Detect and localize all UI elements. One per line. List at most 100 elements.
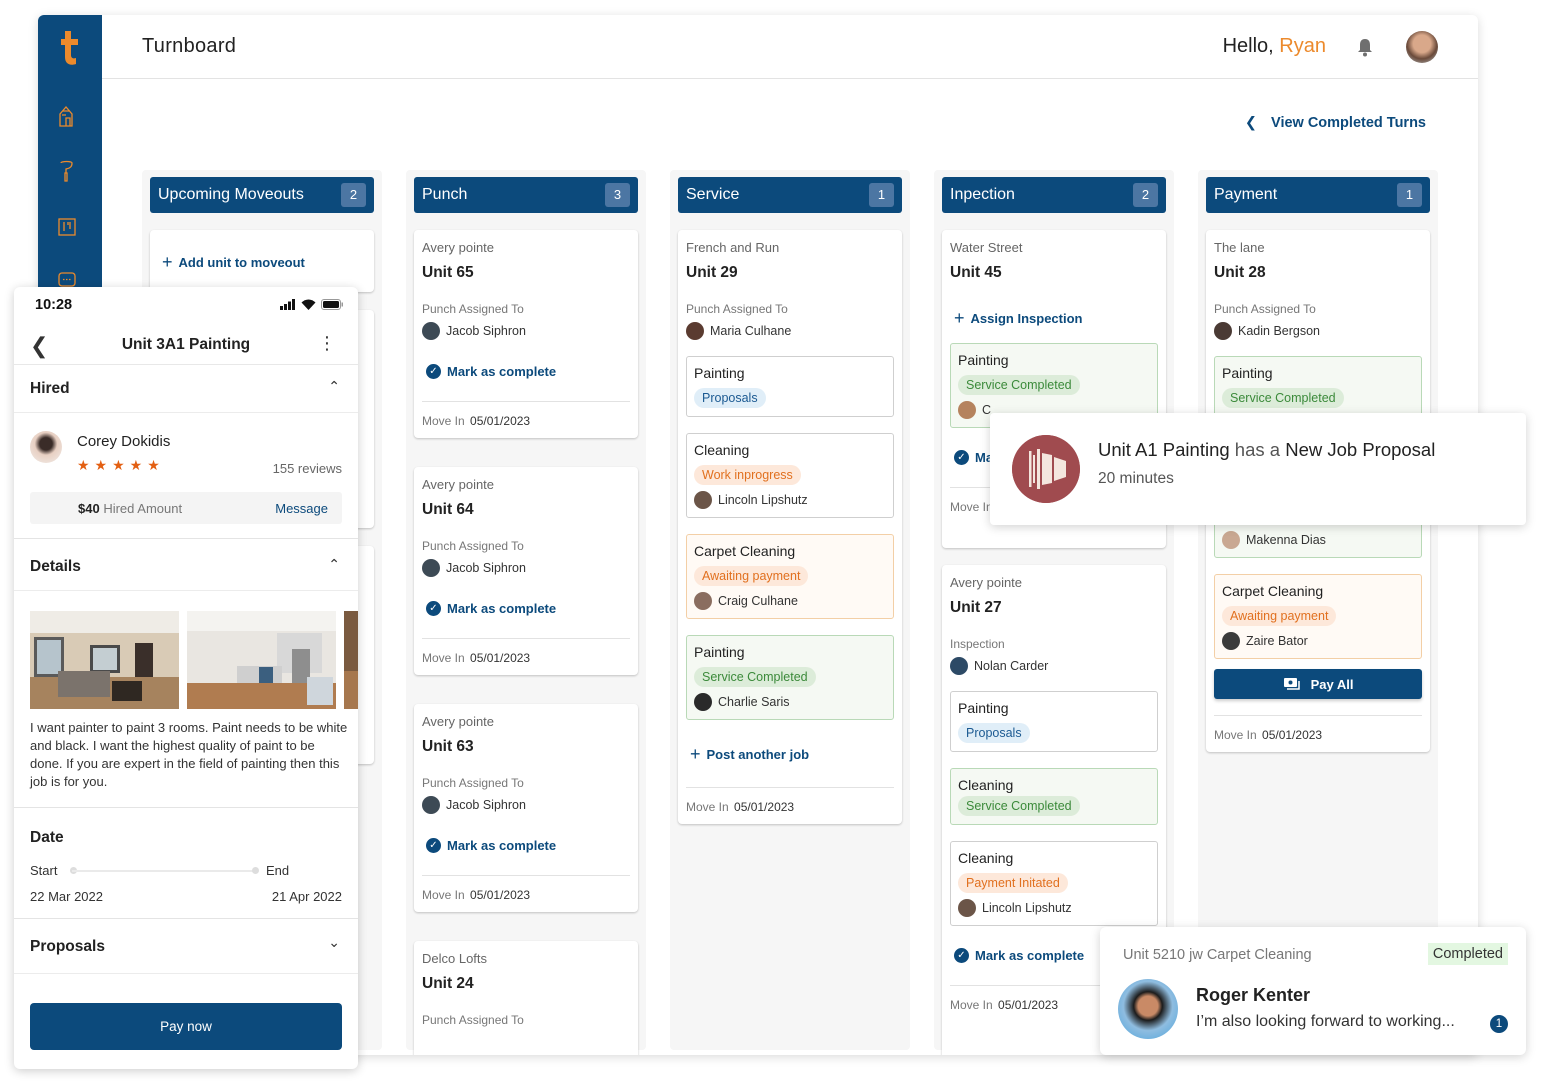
- avatar: [950, 657, 968, 675]
- details-section-header[interactable]: Details ⌃: [14, 543, 358, 591]
- bell-icon[interactable]: [1356, 37, 1374, 57]
- assigned-label: Punch Assigned To: [422, 1013, 524, 1027]
- assignee-name: Jacob Siphron: [446, 798, 526, 812]
- job-title: Painting: [694, 365, 745, 381]
- assignee: Lincoln Lipshutz: [694, 491, 886, 509]
- assignee-name: Nolan Carder: [974, 659, 1049, 673]
- check-circle-icon: ✓: [426, 601, 441, 616]
- paint-roller-icon[interactable]: [57, 160, 77, 182]
- column-header: Inpection 2: [942, 177, 1166, 213]
- unit-card[interactable]: Avery pointe Unit 64 Punch Assigned To J…: [414, 467, 638, 675]
- avatar: [1222, 531, 1240, 549]
- plus-icon: +: [954, 308, 965, 328]
- assigned-label: Punch Assigned To: [422, 302, 524, 316]
- job-title: Cleaning: [958, 850, 1014, 866]
- job-item[interactable]: Cleaning Work inprogress Lincoln Lipshut…: [686, 433, 894, 518]
- notification-time: 20 minutes: [1098, 470, 1174, 487]
- notification-connector: has a: [1234, 439, 1281, 460]
- property-name: Avery pointe: [422, 714, 495, 729]
- photo-carousel[interactable]: [30, 611, 358, 709]
- property-name: Avery pointe: [422, 477, 495, 492]
- job-item[interactable]: Cleaning Service Completed: [950, 768, 1158, 825]
- unit-name: Unit 29: [686, 264, 738, 281]
- assigned-label: Inspection: [950, 637, 1005, 651]
- status-badge: Work inprogress: [694, 465, 801, 485]
- job-item[interactable]: Cleaning Payment Initated Lincoln Lipshu…: [950, 841, 1158, 926]
- unit-name: Unit 27: [950, 599, 1002, 616]
- room-photo[interactable]: [187, 611, 336, 709]
- unit-card[interactable]: French and Run Unit 29 Punch Assigned To…: [678, 230, 902, 824]
- signal-icon: [280, 299, 295, 310]
- column-title: Punch: [422, 186, 468, 203]
- view-completed-label: View Completed Turns: [1271, 115, 1426, 131]
- assign-inspection-button[interactable]: + Assign Inspection: [950, 308, 1158, 329]
- unit-card[interactable]: Delco Lofts Unit 24 Punch Assigned To: [414, 941, 638, 1055]
- move-in: Move In 05/01/2023: [1214, 728, 1422, 742]
- column-count: 2: [1133, 183, 1158, 207]
- status-badge: Service Completed: [1222, 388, 1344, 408]
- room-photo[interactable]: [344, 611, 358, 709]
- job-title: Painting: [958, 352, 1009, 368]
- unread-count-badge: 1: [1490, 1015, 1508, 1033]
- more-vertical-icon[interactable]: ⋮: [318, 333, 336, 354]
- check-circle-icon: ✓: [426, 838, 441, 853]
- job-item[interactable]: Carpet Cleaning Awaiting payment Craig C…: [686, 534, 894, 619]
- job-item[interactable]: Painting Proposals: [686, 356, 894, 417]
- user-avatar[interactable]: [1406, 31, 1438, 63]
- status-badge: Proposals: [958, 723, 1030, 743]
- assignee-name: Lincoln Lipshutz: [718, 493, 808, 507]
- divider: [686, 787, 894, 788]
- board-icon[interactable]: [57, 216, 77, 238]
- action-label: Mark as complete: [447, 364, 557, 379]
- mark-as-complete-button[interactable]: ✓ Mark as complete: [422, 601, 630, 616]
- property-name: Delco Lofts: [422, 951, 488, 966]
- room-photo[interactable]: [30, 611, 179, 709]
- mark-as-complete-button[interactable]: ✓ Mark as complete: [422, 838, 630, 853]
- building-icon[interactable]: [57, 105, 77, 127]
- column-count: 1: [1397, 183, 1422, 207]
- unit-name: Unit 45: [950, 264, 1002, 281]
- action-label: Mark as complete: [447, 838, 557, 853]
- move-in: Move In 05/01/2023: [422, 414, 630, 428]
- mark-as-complete-button[interactable]: ✓ Mark as complete: [422, 364, 630, 379]
- notification-message: Unit A1 Painting has a New Job Proposal: [1098, 439, 1435, 461]
- assignee-name: Maria Culhane: [710, 324, 792, 338]
- view-completed-turns-link[interactable]: ❮ View Completed Turns: [1245, 115, 1426, 131]
- turnboard-logo-icon[interactable]: [58, 29, 82, 65]
- pay-all-label: Pay All: [1310, 676, 1354, 692]
- mobile-title: Unit 3A1 Painting: [121, 336, 251, 353]
- post-another-job-button[interactable]: + Post another job: [686, 744, 894, 765]
- assignee: Charlie Saris: [694, 693, 886, 711]
- unit-card[interactable]: Avery pointe Unit 63 Punch Assigned To J…: [414, 704, 638, 912]
- divider: [1214, 715, 1422, 716]
- unit-card[interactable]: Avery pointe Unit 65 Punch Assigned To J…: [414, 230, 638, 438]
- assignee: Craig Culhane: [694, 592, 886, 610]
- pay-now-button[interactable]: Pay now: [30, 1003, 342, 1050]
- proposals-section-header[interactable]: Proposals ⌄: [14, 920, 358, 974]
- check-circle-icon: ✓: [954, 948, 969, 963]
- chat-avatar: [1118, 979, 1178, 1039]
- column-inspection: Inpection 2 Water Street Unit 45 + Assign…: [934, 170, 1174, 1055]
- notification-subject: Unit A1 Painting: [1098, 439, 1230, 460]
- message-link[interactable]: Message: [275, 501, 328, 516]
- chat-message-card[interactable]: Unit 5210 jw Carpet Cleaning Completed R…: [1100, 927, 1526, 1055]
- start-date: 22 Mar 2022: [30, 889, 103, 904]
- add-unit-to-moveout-button[interactable]: + Add unit to moveout: [158, 252, 366, 273]
- rating-stars: ★★★★★: [77, 457, 165, 473]
- move-in: Move In 05/01/2023: [686, 800, 894, 814]
- hired-section-header[interactable]: Hired ⌃: [14, 365, 358, 413]
- job-item[interactable]: Painting Proposals: [950, 691, 1158, 752]
- assignee: Kadin Bergson: [1214, 322, 1422, 340]
- unit-name: Unit 63: [422, 738, 474, 755]
- status-badge: Service Completed: [958, 375, 1080, 395]
- move-in-label: Move In: [686, 800, 729, 814]
- pay-all-button[interactable]: Pay All: [1214, 669, 1422, 699]
- job-item[interactable]: Carpet Cleaning Awaiting payment Zaire B…: [1214, 574, 1422, 659]
- section-title: Details: [30, 558, 81, 575]
- status-badge: Awaiting payment: [1222, 606, 1337, 626]
- job-item[interactable]: Painting Service Completed Charlie Saris: [686, 635, 894, 720]
- divider: [422, 401, 630, 402]
- section-title: Hired: [30, 380, 70, 397]
- job-proposal-notification[interactable]: Unit A1 Painting has a New Job Proposal …: [990, 413, 1526, 525]
- move-in-label: Move In: [1214, 728, 1257, 742]
